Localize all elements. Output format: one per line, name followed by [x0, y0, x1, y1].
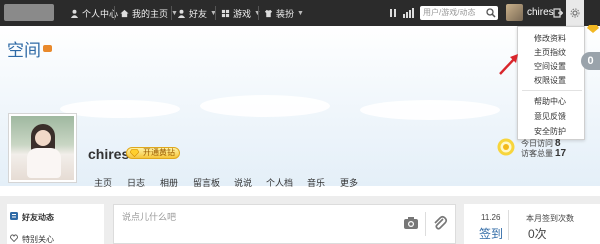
- stat-total-visitors: 访客总量 17: [521, 148, 567, 159]
- vip-label: 开通黄钻: [143, 148, 175, 157]
- avatar[interactable]: [506, 4, 523, 21]
- site-logo[interactable]: [4, 4, 54, 21]
- sidebar-item-friend-feed[interactable]: 好友动态: [22, 212, 54, 223]
- sun-level-icon[interactable]: [496, 137, 516, 157]
- nav-label: 游戏: [233, 8, 252, 19]
- heart-icon: [10, 234, 18, 242]
- menu-more[interactable]: 更多: [340, 176, 358, 189]
- attachment-icon[interactable]: [430, 213, 450, 233]
- logout-icon[interactable]: [553, 8, 563, 18]
- gear-icon: [570, 8, 580, 18]
- chevron-down-icon: ▼: [297, 9, 304, 17]
- camera-icon[interactable]: [401, 213, 421, 233]
- level-badge[interactable]: [43, 45, 52, 52]
- profile-avatar[interactable]: [8, 113, 77, 183]
- signin-date: 11.26: [481, 213, 501, 222]
- feed-icon: [10, 212, 18, 220]
- home-icon: [120, 9, 129, 17]
- cloud-decoration: [360, 100, 500, 120]
- settings-dropdown-menu: 修改资料 主页指纹 空间设置 权限设置 帮助中心 意见反馈 安全防护: [517, 26, 585, 140]
- nav-divider: [258, 6, 259, 20]
- post-input-placeholder: 说点儿什么吧: [122, 212, 177, 222]
- menu-item-edit-profile[interactable]: 修改资料: [534, 33, 566, 44]
- diamond-icon[interactable]: [587, 25, 599, 33]
- menu-profile[interactable]: 个人档: [266, 176, 293, 189]
- nav-label: 个人中心: [82, 8, 119, 19]
- cloud-decoration: [200, 95, 330, 117]
- nav-personal-center[interactable]: 个人中心: [70, 0, 118, 26]
- menu-album[interactable]: 相册: [160, 176, 178, 189]
- friends-icon: [177, 9, 186, 18]
- nav-games[interactable]: 游戏 ▼: [221, 0, 261, 26]
- nav-label: 我的主页: [132, 8, 169, 19]
- profile-name: chires: [88, 146, 130, 162]
- nav-divider: [114, 6, 115, 20]
- shirt-icon: [264, 9, 273, 17]
- menu-guestbook[interactable]: 留言板: [193, 176, 220, 189]
- nav-dress-up[interactable]: 装扮 ▼: [264, 0, 304, 26]
- pause-icon[interactable]: [389, 8, 397, 18]
- nav-friends[interactable]: 好友 ▼: [177, 0, 217, 26]
- annotation-arrow: [499, 54, 518, 75]
- sidebar-item-special-care[interactable]: 特别关心: [22, 234, 54, 244]
- monthly-signin-label: 本月签到次数: [526, 214, 574, 223]
- signal-bars-icon[interactable]: [403, 8, 414, 18]
- toolbar-divider: [425, 212, 426, 236]
- menu-item-feedback[interactable]: 意见反馈: [534, 111, 566, 122]
- menu-divider: [522, 90, 582, 91]
- menu-music[interactable]: 音乐: [307, 176, 325, 189]
- panel-divider: [508, 210, 509, 240]
- nav-label: 装扮: [276, 8, 295, 19]
- nav-divider: [215, 6, 216, 20]
- monthly-signin-count: 0次: [528, 227, 547, 241]
- menu-item-help-center[interactable]: 帮助中心: [534, 96, 566, 107]
- menu-blog[interactable]: 日志: [127, 176, 145, 189]
- menu-item-home-fingerprint[interactable]: 主页指纹: [534, 47, 566, 58]
- search-icon[interactable]: [486, 8, 496, 18]
- vip-open-button[interactable]: 开通黄钻: [126, 147, 180, 159]
- nav-my-home[interactable]: 我的主页 ▼: [120, 0, 178, 26]
- menu-item-permission-settings[interactable]: 权限设置: [534, 75, 566, 86]
- page-title: 空间: [7, 41, 41, 60]
- person-icon: [70, 9, 79, 18]
- menu-home[interactable]: 主页: [94, 176, 112, 189]
- menu-item-space-settings[interactable]: 空间设置: [534, 61, 566, 72]
- menu-shuoshuo[interactable]: 说说: [234, 176, 252, 189]
- menu-item-security[interactable]: 安全防护: [534, 126, 566, 137]
- cloud-decoration: [60, 100, 180, 118]
- username[interactable]: chires: [527, 7, 554, 18]
- signin-button[interactable]: 签到: [479, 225, 503, 242]
- nav-divider: [171, 6, 172, 20]
- nav-label: 好友: [189, 8, 208, 19]
- yellow-diamond-icon: [130, 149, 139, 157]
- notification-count-badge[interactable]: 0: [581, 52, 600, 70]
- game-icon: [221, 9, 230, 17]
